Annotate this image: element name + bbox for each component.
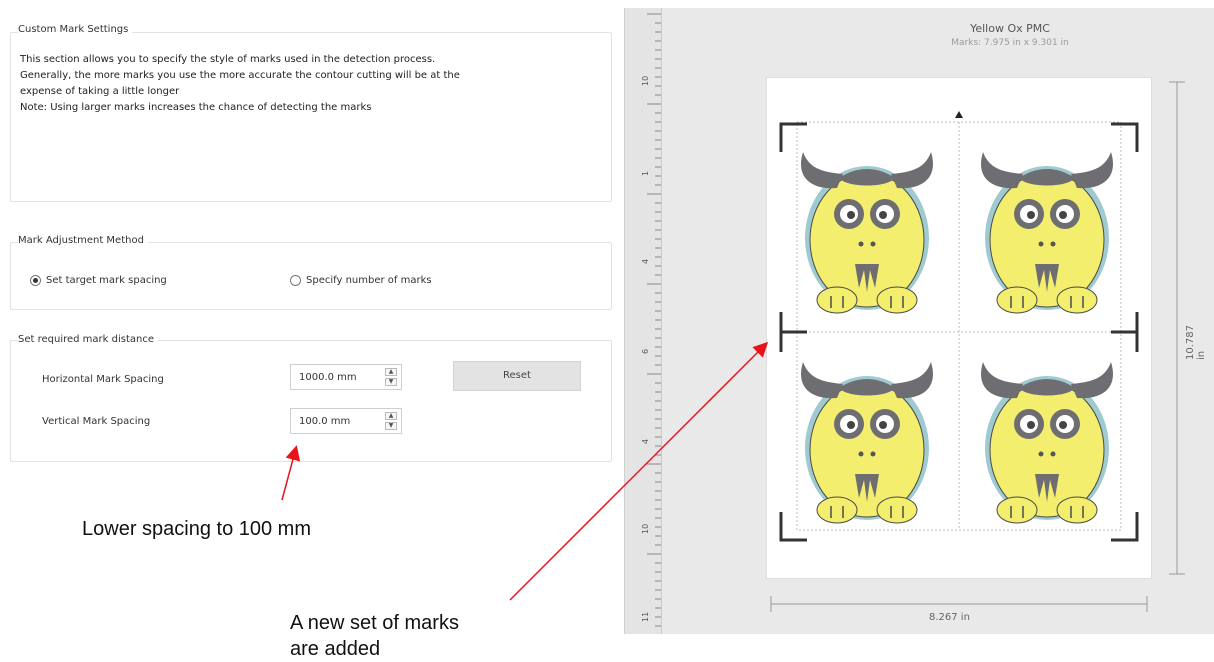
- description-line: This section allows you to specify the s…: [20, 54, 436, 65]
- dimension-lines: [770, 81, 1185, 612]
- radio-label: Set target mark spacing: [46, 275, 167, 286]
- spin-down-icon[interactable]: ▼: [385, 378, 397, 386]
- mark-distance-group: [10, 340, 612, 462]
- spacing-annotation: Lower spacing to 100 mm: [82, 518, 312, 540]
- radio-button-selected[interactable]: [30, 275, 41, 286]
- vertical-spacing-spinbox[interactable]: ▲ ▼: [290, 408, 402, 434]
- spin-down-icon[interactable]: ▼: [385, 422, 397, 430]
- marks-annotation-line: are added: [290, 638, 381, 660]
- description-line: Generally, the more marks you use the mo…: [20, 70, 460, 81]
- height-dimension-label: 10.787 in: [1185, 325, 1207, 360]
- marks-annotation: A new set of marks are added: [290, 610, 459, 662]
- mark-distance-title: Set required mark distance: [18, 334, 159, 345]
- spin-up-icon[interactable]: ▲: [385, 368, 397, 376]
- description-line: Note: Using larger marks increases the c…: [20, 102, 372, 113]
- reset-button[interactable]: Reset: [453, 361, 581, 391]
- width-dimension-label: 8.267 in: [929, 612, 970, 623]
- custom-mark-description: This section allows you to specify the s…: [20, 52, 605, 116]
- custom-mark-settings-title: Custom Mark Settings: [18, 24, 133, 35]
- radio-button[interactable]: [290, 275, 301, 286]
- vertical-spacing-input[interactable]: [291, 409, 375, 433]
- horizontal-spacing-input[interactable]: [291, 365, 375, 389]
- radio-label: Specify number of marks: [306, 275, 432, 286]
- spin-up-icon[interactable]: ▲: [385, 412, 397, 420]
- horizontal-spacing-label: Horizontal Mark Spacing: [42, 374, 164, 385]
- radio-specify-number-of-marks[interactable]: Specify number of marks: [290, 275, 432, 286]
- mark-adjustment-title: Mark Adjustment Method: [18, 235, 148, 246]
- vertical-spacing-label: Vertical Mark Spacing: [42, 416, 151, 427]
- radio-set-target-spacing[interactable]: Set target mark spacing: [30, 275, 167, 286]
- preview-canvas[interactable]: 10 1 4 6 4 10 11 Yellow Ox PMC Marks: 7.…: [624, 8, 1214, 634]
- description-line: expense of taking a little longer: [20, 86, 180, 97]
- horizontal-spacing-spinbox[interactable]: ▲ ▼: [290, 364, 402, 390]
- marks-annotation-line: A new set of marks: [290, 612, 459, 634]
